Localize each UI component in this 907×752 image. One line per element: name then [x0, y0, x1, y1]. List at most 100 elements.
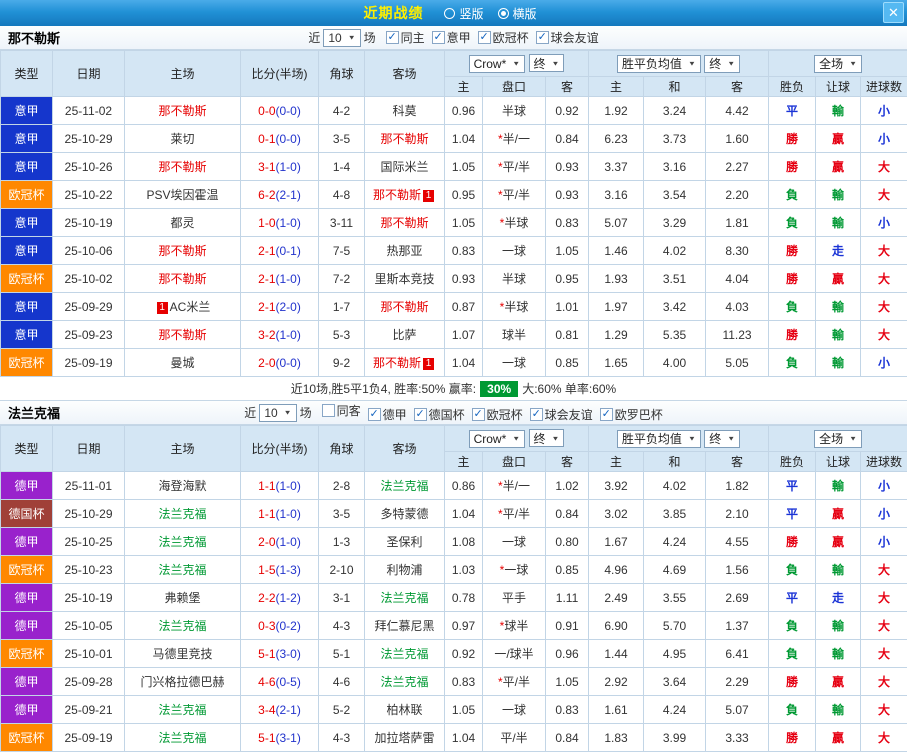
avg-time-select[interactable]: 终▼ [704, 430, 740, 448]
team-name[interactable]: 利物浦 [386, 563, 422, 577]
team-name[interactable]: 法兰克福 [158, 563, 206, 577]
date-cell: 25-11-02 [53, 97, 125, 125]
period-select[interactable]: 全场▼ [814, 55, 862, 73]
team-name[interactable]: 法兰克福 [380, 479, 428, 493]
team-name[interactable]: 马德里竞技 [152, 647, 212, 661]
league-badge: 意甲 [1, 153, 53, 181]
checkbox-checked-icon[interactable]: ✓ [600, 408, 613, 421]
team-name[interactable]: 那不勒斯 [373, 188, 421, 202]
col-corners: 角球 [319, 51, 365, 97]
team-name[interactable]: 多特蒙德 [380, 507, 428, 521]
team-name[interactable]: 拜仁慕尼黑 [374, 619, 434, 633]
team-name[interactable]: 曼城 [170, 356, 194, 370]
team-name[interactable]: 国际米兰 [380, 160, 428, 174]
team-name[interactable]: 法兰克福 [380, 591, 428, 605]
match-row: 德甲25-11-01海登海默1-1(1-0)2-8法兰克福0.86*半/一1.0… [1, 472, 907, 500]
halftime-score: (0-2) [276, 619, 301, 633]
avg-odds-select[interactable]: 胜平负均值▼ [617, 430, 701, 448]
bookmaker-select[interactable]: Crow*▼ [469, 430, 526, 448]
checkbox-checked-icon[interactable]: ✓ [472, 408, 485, 421]
team-name[interactable]: 热那亚 [386, 244, 422, 258]
team-name[interactable]: 海登海默 [158, 479, 206, 493]
checkbox-checked-icon[interactable]: ✓ [536, 31, 549, 44]
handicap-result-cell: 贏 [816, 668, 861, 696]
filter-checkbox[interactable]: ✓球会友谊 [536, 29, 599, 46]
checkbox-unchecked-icon[interactable] [322, 404, 335, 417]
checkbox-checked-icon[interactable]: ✓ [478, 31, 491, 44]
date-cell: 25-10-25 [53, 528, 125, 556]
avg-odds-select[interactable]: 胜平负均值▼ [617, 55, 701, 73]
team-name[interactable]: 法兰克福 [158, 507, 206, 521]
team-name[interactable]: 门兴格拉德巴赫 [140, 675, 224, 689]
close-icon[interactable]: ✕ [883, 2, 904, 23]
checkbox-checked-icon[interactable]: ✓ [386, 31, 399, 44]
team-name[interactable]: 那不勒斯 [158, 244, 206, 258]
team-name[interactable]: PSV埃因霍温 [146, 188, 218, 202]
team-name[interactable]: 那不勒斯 [380, 216, 428, 230]
radio-circle-icon [498, 8, 509, 19]
filter-checkbox[interactable]: ✓德甲 [368, 406, 407, 423]
team-name[interactable]: 那不勒斯 [158, 328, 206, 342]
home-team-cell: PSV埃因霍温 [125, 181, 241, 209]
checkbox-checked-icon[interactable]: ✓ [530, 408, 543, 421]
fulltime-score: 3-4 [258, 703, 275, 717]
avg-away-odds-cell: 5.07 [706, 696, 769, 724]
filter-checkbox[interactable]: ✓球会友谊 [530, 406, 593, 423]
odds-group-header: Crow*▼ 终▼ [445, 51, 589, 77]
team-name[interactable]: 法兰克福 [158, 731, 206, 745]
checkbox-checked-icon[interactable]: ✓ [432, 31, 445, 44]
handicap-cell: *平/半 [483, 153, 546, 181]
fulltime-score: 5-1 [258, 731, 275, 745]
filter-checkbox[interactable]: 同客 [322, 402, 361, 419]
team-name[interactable]: 都灵 [170, 216, 194, 230]
team-name[interactable]: 那不勒斯 [158, 272, 206, 286]
team-name[interactable]: 加拉塔萨雷 [374, 731, 434, 745]
team-name[interactable]: 弗赖堡 [164, 591, 200, 605]
bookmaker-select-value: Crow* [474, 57, 507, 71]
col-home: 主场 [125, 51, 241, 97]
match-count-select[interactable]: 10 ▼ [259, 404, 296, 422]
team-name[interactable]: 法兰克福 [158, 535, 206, 549]
view-mode-radio-vertical[interactable]: 竖版 [444, 5, 483, 22]
team-name[interactable]: 比萨 [392, 328, 416, 342]
filter-checkbox[interactable]: ✓欧冠杯 [478, 29, 529, 46]
halftime-score: (1-0) [276, 216, 301, 230]
team-name[interactable]: 莱切 [170, 132, 194, 146]
avg-home-odds-cell: 2.92 [589, 668, 644, 696]
view-mode-radio-horizontal[interactable]: 横版 [498, 5, 537, 22]
team-name[interactable]: 圣保利 [386, 535, 422, 549]
odds-time-select[interactable]: 终▼ [529, 54, 565, 72]
team-name[interactable]: AC米兰 [170, 300, 211, 314]
halftime-score: (2-1) [276, 188, 301, 202]
checkbox-checked-icon[interactable]: ✓ [414, 408, 427, 421]
team-name[interactable]: 那不勒斯 [380, 132, 428, 146]
team-name[interactable]: 法兰克福 [158, 703, 206, 717]
team-name[interactable]: 那不勒斯 [158, 104, 206, 118]
team-name[interactable]: 那不勒斯 [373, 356, 421, 370]
filter-checkbox[interactable]: ✓意甲 [432, 29, 471, 46]
filter-checkbox[interactable]: ✓同主 [386, 29, 425, 46]
match-count-select[interactable]: 10 ▼ [323, 29, 360, 47]
team-name[interactable]: 里斯本竞技 [374, 272, 434, 286]
team-filter-bar: 那不勒斯 近 10 ▼ 场 ✓同主✓意甲✓欧冠杯✓球会友谊 [0, 26, 907, 50]
team-name[interactable]: 法兰克福 [158, 619, 206, 633]
avg-group-header: 胜平负均值▼ 终▼ [589, 426, 769, 452]
filter-checkbox[interactable]: ✓德国杯 [414, 406, 465, 423]
goals-result-cell: 大 [861, 293, 907, 321]
halftime-score: (1-0) [276, 272, 301, 286]
team-name[interactable]: 法兰克福 [380, 675, 428, 689]
team-name[interactable]: 科莫 [392, 104, 416, 118]
team-name[interactable]: 那不勒斯 [380, 300, 428, 314]
bookmaker-select[interactable]: Crow*▼ [469, 55, 526, 73]
date-cell: 25-10-02 [53, 265, 125, 293]
avg-time-select[interactable]: 终▼ [704, 55, 740, 73]
team-name[interactable]: 那不勒斯 [158, 160, 206, 174]
halftime-score: (0-5) [276, 675, 301, 689]
team-name[interactable]: 柏林联 [386, 703, 422, 717]
filter-checkbox[interactable]: ✓欧罗巴杯 [600, 406, 663, 423]
team-name[interactable]: 法兰克福 [380, 647, 428, 661]
checkbox-checked-icon[interactable]: ✓ [368, 408, 381, 421]
odds-time-select[interactable]: 终▼ [529, 429, 565, 447]
filter-checkbox[interactable]: ✓欧冠杯 [472, 406, 523, 423]
period-select[interactable]: 全场▼ [814, 430, 862, 448]
